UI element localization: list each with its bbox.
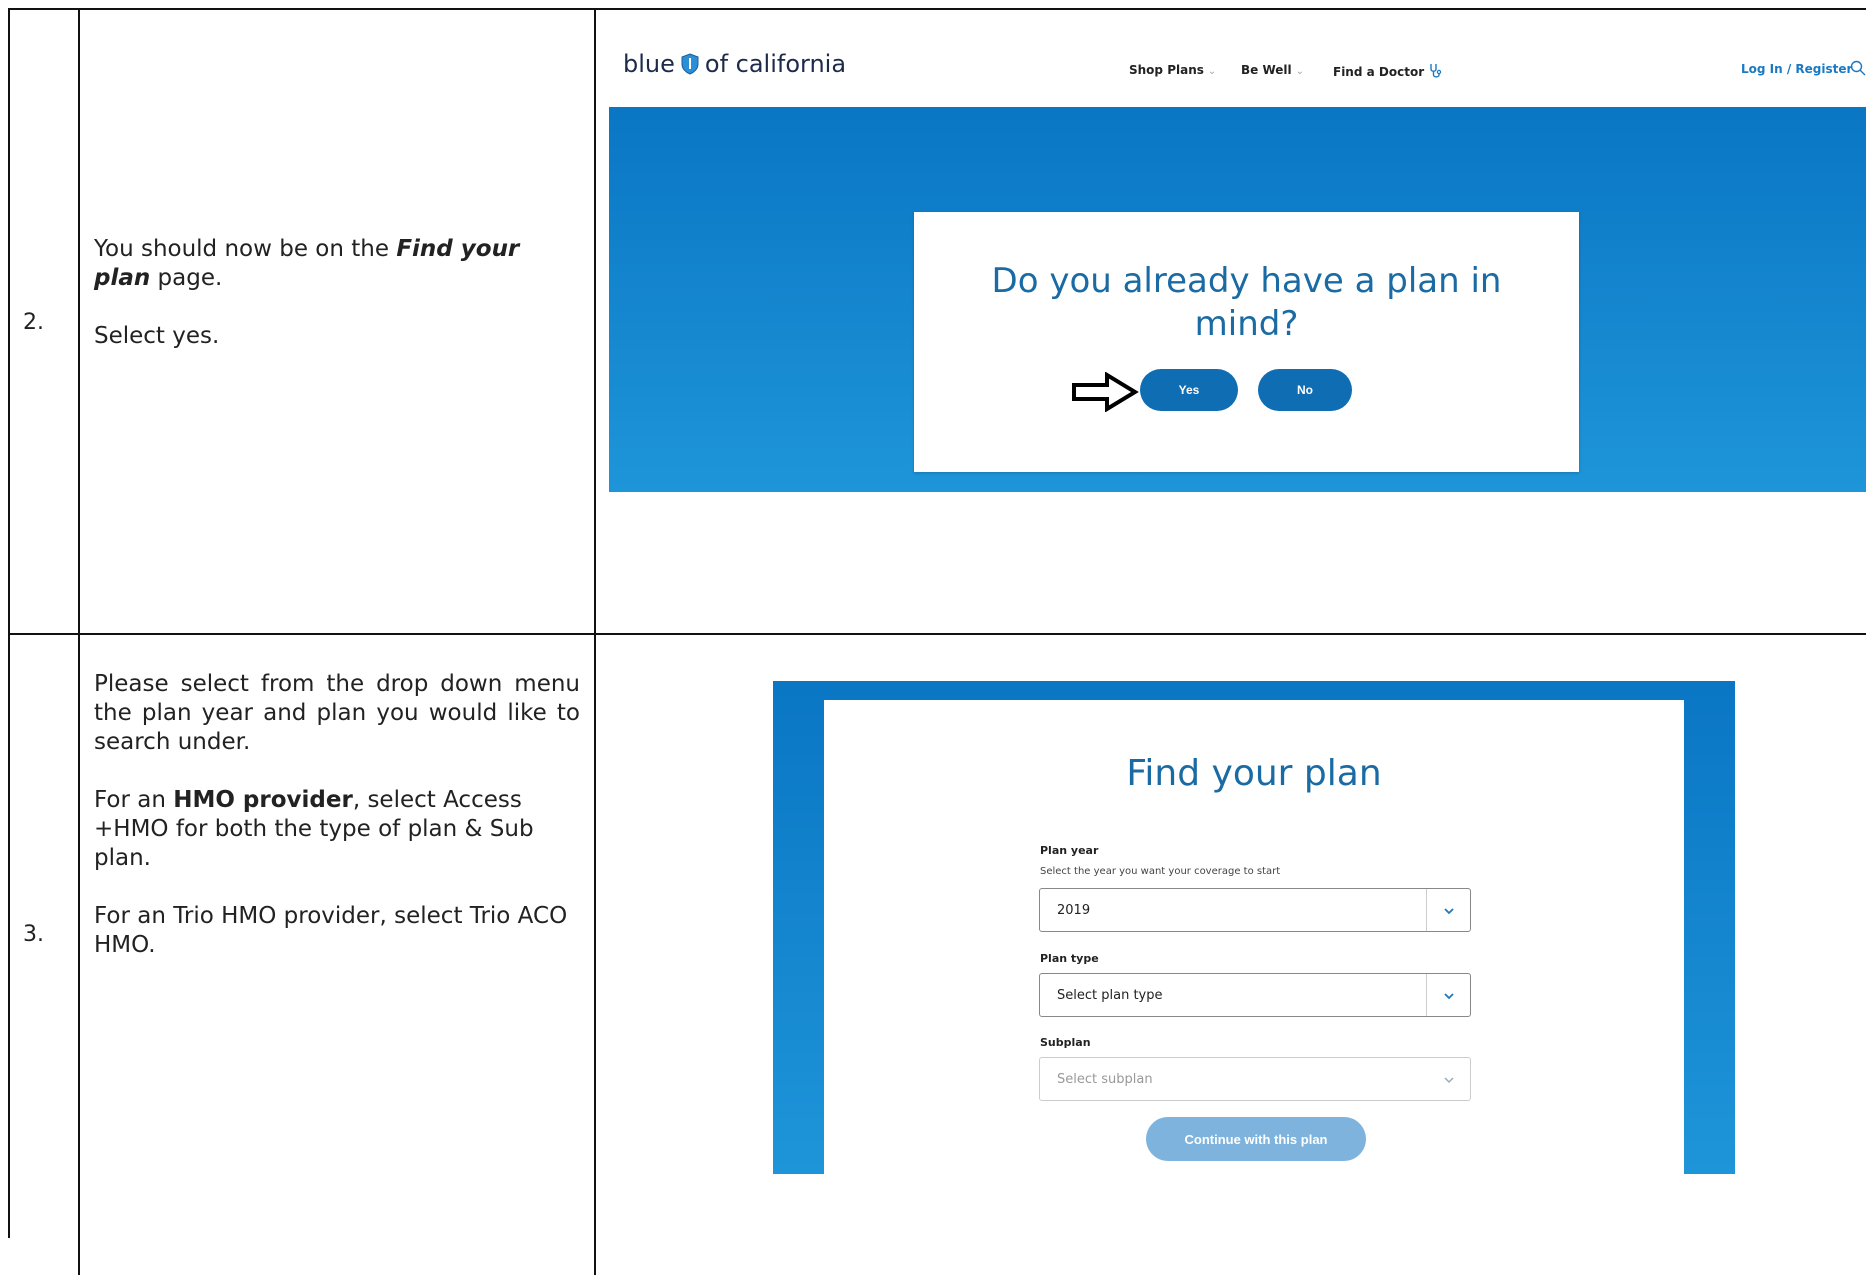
plan-question-card: Do you already have a plan in mind? Yes … [914, 212, 1579, 472]
plan-question-screenshot: blue of california Shop Plans ⌄ Be Well ⌄ … [609, 37, 1866, 492]
subplan-value: Select subplan [1057, 1072, 1153, 1087]
subplan-label: Subplan [1040, 1036, 1091, 1049]
instruction-paragraph: Please select from the drop down menu th… [94, 671, 580, 755]
yes-button[interactable]: Yes [1140, 369, 1238, 411]
plan-type-label: Plan type [1040, 952, 1099, 965]
step-number: 2. [23, 310, 44, 335]
search-icon[interactable] [1849, 59, 1866, 77]
continue-button[interactable]: Continue with this plan [1146, 1117, 1366, 1161]
screenshot-cell: Find your plan Plan year Select the year… [596, 635, 1866, 1275]
plan-type-select[interactable]: Select plan type [1039, 973, 1471, 1017]
nav-find-doctor[interactable]: Find a Doctor [1333, 63, 1444, 79]
step-number-cell: 2. [10, 10, 80, 633]
chevron-down-icon: ⌄ [1207, 66, 1217, 77]
stethoscope-icon [1430, 64, 1442, 78]
nav-be-well[interactable]: Be Well ⌄ [1241, 63, 1304, 77]
step-number-cell: 3. [10, 635, 80, 1275]
subplan-select[interactable]: Select subplan [1039, 1057, 1471, 1101]
page-title: Find your plan [1126, 753, 1382, 794]
plan-question: Do you already have a plan in mind? [991, 261, 1502, 344]
no-button[interactable]: No [1258, 369, 1352, 411]
instruction-text: Please select from the drop down menu th… [94, 670, 580, 989]
nav-label: Be Well [1241, 63, 1292, 77]
table-row: 2. You should now be on the Find your pl… [10, 10, 1866, 635]
shield-logo-icon [681, 53, 699, 75]
instruction-text: You should now be on the Find your plan … [94, 235, 580, 380]
instruction-cell: Please select from the drop down menu th… [80, 635, 596, 1275]
chevron-down-icon [1444, 908, 1454, 915]
find-plan-screenshot: Find your plan Plan year Select the year… [773, 681, 1735, 1174]
nav-label: Shop Plans [1129, 63, 1204, 77]
screenshot-cell: blue of california Shop Plans ⌄ Be Well ⌄ … [596, 10, 1866, 633]
plan-type-value: Select plan type [1057, 988, 1163, 1003]
site-logo[interactable]: blue of california [623, 50, 846, 78]
chevron-down-icon [1444, 993, 1454, 1000]
table-row: 3. Please select from the drop down menu… [10, 635, 1866, 1275]
pointer-arrow-icon [1072, 372, 1139, 412]
chevron-down-icon: ⌄ [1295, 66, 1305, 77]
plan-year-help: Select the year you want your coverage t… [1040, 866, 1281, 877]
instructions-table: 2. You should now be on the Find your pl… [8, 8, 1866, 1275]
instruction-line: For an [94, 787, 174, 813]
site-header: blue of california Shop Plans ⌄ Be Well ⌄ … [609, 37, 1866, 107]
nav-label: Find a Doctor [1333, 65, 1425, 79]
hero-banner: Do you already have a plan in mind? Yes … [609, 107, 1866, 492]
instruction-cell: You should now be on the Find your plan … [80, 10, 596, 633]
plan-year-label: Plan year [1040, 844, 1099, 857]
instruction-line: Select yes. [94, 323, 220, 349]
instruction-line: You should now be on the [94, 236, 397, 262]
select-divider [1426, 974, 1427, 1016]
login-register-link[interactable]: Log In / Register [1741, 62, 1852, 76]
logo-text-right: of california [704, 50, 847, 78]
plan-year-value: 2019 [1057, 903, 1091, 918]
select-divider [1426, 889, 1427, 931]
instruction-paragraph: For an HMO provider, select Access +HMO … [94, 786, 580, 873]
instruction-line: page. [150, 265, 223, 291]
provider-emphasis: HMO provider [173, 787, 353, 813]
nav-shop-plans[interactable]: Shop Plans ⌄ [1129, 63, 1216, 77]
instruction-paragraph: For an Trio HMO provider, select Trio AC… [94, 903, 568, 958]
logo-text-left: blue [623, 50, 675, 78]
find-plan-card: Find your plan Plan year Select the year… [824, 700, 1684, 1174]
chevron-down-icon [1444, 1077, 1454, 1084]
step-number: 3. [23, 922, 44, 947]
plan-year-select[interactable]: 2019 [1039, 888, 1471, 932]
